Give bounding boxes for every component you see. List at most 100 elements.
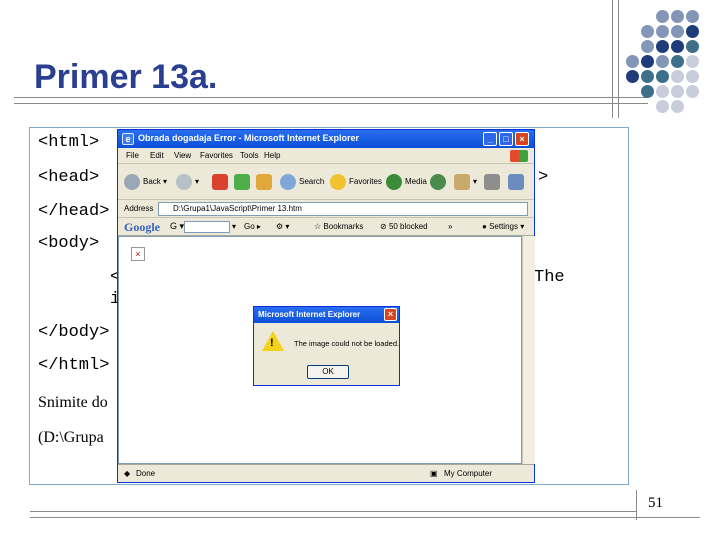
media-icon <box>386 173 402 190</box>
code-line-head-tail: > <box>538 168 549 187</box>
back-arrow-icon <box>124 173 140 190</box>
ie-toolbar: Back ▾ ▾ Search Favorites Media ▾ <box>118 164 534 200</box>
refresh-icon <box>234 173 250 190</box>
alert-close-button[interactable]: × <box>384 308 397 321</box>
favorites-button[interactable]: Favorites <box>330 172 382 192</box>
google-pagerank-icon: ⚙ ▾ <box>276 222 290 231</box>
address-bar: Address D:\Grupa1\JavaScript\Primer 13.h… <box>118 200 534 218</box>
frame-vline-1 <box>612 0 613 118</box>
code-line-head-open: <head> <box>38 168 100 187</box>
code-line-img-tail: The <box>534 268 565 287</box>
ie-app-icon: e <box>122 133 134 145</box>
close-button[interactable]: × <box>515 132 529 146</box>
decorative-dot <box>641 40 654 53</box>
my-computer-icon: ▣ <box>430 469 438 478</box>
alert-message: The image could not be loaded. <box>294 339 400 348</box>
home-button[interactable] <box>256 172 275 192</box>
decorative-dot <box>671 85 684 98</box>
ie-menubar: File Edit View Favorites Tools Help <box>118 148 534 164</box>
decorative-dot <box>641 70 654 83</box>
google-toolbar: Google G ▾ ▾ Go ▸ ⚙ ▾ ☆ Bookmarks ⊘ 50 b… <box>118 218 534 236</box>
address-input[interactable]: D:\Grupa1\JavaScript\Primer 13.htm <box>158 202 528 216</box>
ie-title-text: Obrada dogadaja Error - Microsoft Intern… <box>138 133 360 143</box>
title-rule-top <box>14 97 648 98</box>
stop-button[interactable] <box>212 172 231 192</box>
note-line-2: (D:\Grupa <box>38 429 104 446</box>
decorative-dot <box>686 25 699 38</box>
status-bar: ◆ Done ▣ My Computer <box>118 464 534 482</box>
decorative-dot <box>641 25 654 38</box>
decorative-dot <box>656 55 669 68</box>
menu-view[interactable]: View <box>174 151 191 160</box>
note-line-1: Snimite do <box>38 394 108 411</box>
windows-logo-icon <box>510 150 528 162</box>
decorative-dot <box>686 55 699 68</box>
google-logo: Google <box>124 220 160 234</box>
search-icon <box>280 173 296 190</box>
status-done-text: Done <box>136 469 156 478</box>
minimize-button[interactable]: _ <box>483 132 497 146</box>
decorative-dot <box>656 70 669 83</box>
vertical-scrollbar[interactable] <box>522 236 535 464</box>
history-icon <box>430 173 446 190</box>
refresh-button[interactable] <box>234 172 253 192</box>
decorative-dot <box>671 25 684 38</box>
alert-title-bar[interactable]: Microsoft Internet Explorer × <box>254 307 399 323</box>
alert-title-text: Microsoft Internet Explorer <box>258 310 361 319</box>
decorative-dot <box>686 70 699 83</box>
decorative-dot <box>656 40 669 53</box>
ie-title-bar[interactable]: e Obrada dogadaja Error - Microsoft Inte… <box>118 130 534 148</box>
mail-button[interactable]: ▾ <box>454 172 477 192</box>
frame-vline-2 <box>618 0 619 118</box>
google-settings-button[interactable]: ● Settings ▾ <box>482 222 524 231</box>
google-more-button[interactable]: » <box>448 222 452 231</box>
google-go-button[interactable]: Go ▸ <box>244 222 261 231</box>
google-bookmarks-button[interactable]: ☆ Bookmarks <box>314 222 363 231</box>
menu-edit[interactable]: Edit <box>150 151 164 160</box>
back-button[interactable]: Back ▾ <box>124 172 167 192</box>
decorative-dot <box>656 25 669 38</box>
search-button[interactable]: Search <box>280 172 324 192</box>
alert-dialog: Microsoft Internet Explorer × ! The imag… <box>253 306 400 386</box>
decorative-dot <box>686 40 699 53</box>
maximize-button[interactable]: □ <box>499 132 513 146</box>
decorative-dot <box>656 85 669 98</box>
code-line-html-close: </html> <box>38 356 110 375</box>
favorites-star-icon <box>330 173 346 190</box>
code-line-body-close: </body> <box>38 323 110 342</box>
decorative-dot <box>671 10 684 23</box>
broken-image-icon: × <box>131 247 145 261</box>
alert-ok-button[interactable]: OK <box>307 365 349 379</box>
forward-button[interactable]: ▾ <box>176 172 199 192</box>
decorative-dot <box>686 85 699 98</box>
code-line-head-close: </head> <box>38 202 110 221</box>
edit-button[interactable] <box>508 172 527 192</box>
decorative-dot <box>641 55 654 68</box>
stop-icon <box>212 173 228 190</box>
google-dropdown-icon[interactable]: ▾ <box>232 222 236 231</box>
menu-tools[interactable]: Tools <box>240 151 259 160</box>
address-label: Address <box>124 204 154 213</box>
status-done-icon: ◆ <box>124 469 131 478</box>
print-icon <box>484 173 500 190</box>
decorative-dot <box>626 55 639 68</box>
menu-favorites[interactable]: Favorites <box>200 151 233 160</box>
print-button[interactable] <box>484 172 503 192</box>
google-search-input[interactable] <box>184 221 230 233</box>
media-button[interactable]: Media <box>386 172 427 192</box>
menu-help[interactable]: Help <box>264 151 280 160</box>
decorative-dot <box>671 100 684 113</box>
menu-file[interactable]: File <box>126 151 139 160</box>
decorative-dot <box>671 55 684 68</box>
history-button[interactable] <box>430 172 449 192</box>
footer-vline <box>636 490 637 520</box>
title-rule-bottom <box>14 103 648 104</box>
page-number: 51 <box>648 495 663 511</box>
footer-rule-2 <box>30 517 700 518</box>
google-options-icon[interactable]: G ▾ <box>170 221 184 232</box>
decorative-dot <box>626 70 639 83</box>
footer-rule-1 <box>30 511 636 512</box>
google-popup-blocked[interactable]: ⊘ 50 blocked <box>380 222 428 231</box>
decorative-dot <box>656 100 669 113</box>
mail-icon <box>454 173 470 190</box>
